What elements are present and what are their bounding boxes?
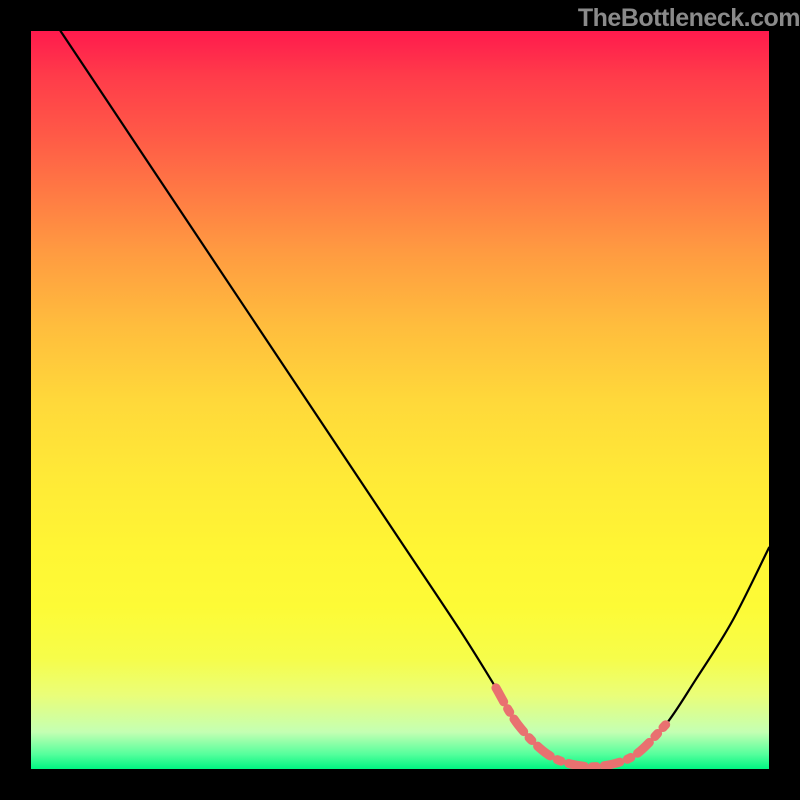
bottleneck-curve-line <box>61 31 769 767</box>
branding-watermark: TheBottleneck.com <box>578 4 800 33</box>
bottleneck-curve-svg <box>31 31 769 769</box>
chart-container: TheBottleneck.com <box>0 0 800 800</box>
optimal-range-marker <box>496 688 666 767</box>
plot-area <box>31 31 769 769</box>
